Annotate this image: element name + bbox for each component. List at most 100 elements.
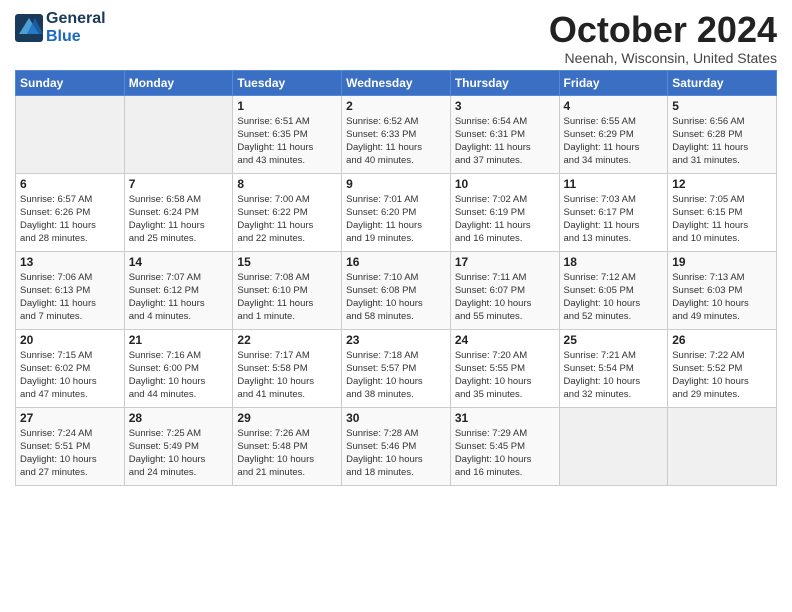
day-info: Sunrise: 7:01 AM Sunset: 6:20 PM Dayligh…: [346, 193, 446, 246]
calendar-row-0: 1 Sunrise: 6:51 AM Sunset: 6:35 PM Daylig…: [16, 95, 777, 173]
month-title: October 2024: [549, 10, 777, 50]
day-number: 9: [346, 177, 446, 191]
day-info: Sunrise: 7:16 AM Sunset: 6:00 PM Dayligh…: [129, 349, 229, 402]
calendar-cell: 27 Sunrise: 7:24 AM Sunset: 5:51 PM Dayli…: [16, 407, 125, 485]
calendar-cell: 16Sunrise: 7:10 AM Sunset: 6:08 PM Dayli…: [342, 251, 451, 329]
logo: General Blue: [15, 10, 106, 45]
col-sunday: Sunday: [16, 70, 125, 95]
day-info: Sunrise: 7:07 AM Sunset: 6:12 PM Dayligh…: [129, 271, 229, 324]
calendar-row-2: 13 Sunrise: 7:06 AM Sunset: 6:13 PM Dayli…: [16, 251, 777, 329]
calendar-cell: 15 Sunrise: 7:08 AM Sunset: 6:10 PM Dayli…: [233, 251, 342, 329]
col-friday: Friday: [559, 70, 668, 95]
day-number: 27: [20, 411, 120, 425]
day-info: Sunrise: 7:12 AM Sunset: 6:05 PM Dayligh…: [564, 271, 664, 324]
day-number: 19: [672, 255, 772, 269]
day-info: Sunrise: 7:17 AM Sunset: 5:58 PM Dayligh…: [237, 349, 337, 402]
calendar-cell: 6Sunrise: 6:57 AM Sunset: 6:26 PM Daylig…: [16, 173, 125, 251]
day-number: 18: [564, 255, 664, 269]
day-info: Sunrise: 6:54 AM Sunset: 6:31 PM Dayligh…: [455, 115, 555, 168]
logo-general: General: [46, 10, 106, 28]
day-info: Sunrise: 6:52 AM Sunset: 6:33 PM Dayligh…: [346, 115, 446, 168]
day-number: 15: [237, 255, 337, 269]
calendar-cell: 20 Sunrise: 7:15 AM Sunset: 6:02 PM Dayli…: [16, 329, 125, 407]
day-number: 13: [20, 255, 120, 269]
calendar-cell: 1 Sunrise: 6:51 AM Sunset: 6:35 PM Daylig…: [233, 95, 342, 173]
day-number: 11: [564, 177, 664, 191]
calendar-cell: [668, 407, 777, 485]
day-number: 23: [346, 333, 446, 347]
day-number: 16: [346, 255, 446, 269]
day-info: Sunrise: 7:28 AM Sunset: 5:46 PM Dayligh…: [346, 427, 446, 480]
day-info: Sunrise: 6:58 AM Sunset: 6:24 PM Dayligh…: [129, 193, 229, 246]
day-info: Sunrise: 7:13 AM Sunset: 6:03 PM Dayligh…: [672, 271, 772, 324]
day-info: Sunrise: 7:21 AM Sunset: 5:54 PM Dayligh…: [564, 349, 664, 402]
day-info: Sunrise: 7:06 AM Sunset: 6:13 PM Dayligh…: [20, 271, 120, 324]
calendar-cell: 4 Sunrise: 6:55 AM Sunset: 6:29 PM Daylig…: [559, 95, 668, 173]
day-number: 20: [20, 333, 120, 347]
day-number: 31: [455, 411, 555, 425]
day-number: 30: [346, 411, 446, 425]
day-number: 1: [237, 99, 337, 113]
day-number: 21: [129, 333, 229, 347]
day-info: Sunrise: 7:15 AM Sunset: 6:02 PM Dayligh…: [20, 349, 120, 402]
calendar-cell: 29Sunrise: 7:26 AM Sunset: 5:48 PM Dayli…: [233, 407, 342, 485]
calendar-cell: 18 Sunrise: 7:12 AM Sunset: 6:05 PM Dayli…: [559, 251, 668, 329]
day-info: Sunrise: 7:08 AM Sunset: 6:10 PM Dayligh…: [237, 271, 337, 324]
calendar-cell: 9 Sunrise: 7:01 AM Sunset: 6:20 PM Daylig…: [342, 173, 451, 251]
calendar-cell: 12 Sunrise: 7:05 AM Sunset: 6:15 PM Dayli…: [668, 173, 777, 251]
day-number: 28: [129, 411, 229, 425]
day-number: 5: [672, 99, 772, 113]
day-info: Sunrise: 7:03 AM Sunset: 6:17 PM Dayligh…: [564, 193, 664, 246]
calendar-cell: [559, 407, 668, 485]
day-number: 14: [129, 255, 229, 269]
calendar-cell: 30 Sunrise: 7:28 AM Sunset: 5:46 PM Dayli…: [342, 407, 451, 485]
calendar-cell: 13 Sunrise: 7:06 AM Sunset: 6:13 PM Dayli…: [16, 251, 125, 329]
day-info: Sunrise: 7:11 AM Sunset: 6:07 PM Dayligh…: [455, 271, 555, 324]
day-info: Sunrise: 6:51 AM Sunset: 6:35 PM Dayligh…: [237, 115, 337, 168]
calendar-cell: 8 Sunrise: 7:00 AM Sunset: 6:22 PM Daylig…: [233, 173, 342, 251]
col-wednesday: Wednesday: [342, 70, 451, 95]
calendar-cell: 11 Sunrise: 7:03 AM Sunset: 6:17 PM Dayli…: [559, 173, 668, 251]
logo-icon: [15, 14, 43, 42]
calendar-cell: 23 Sunrise: 7:18 AM Sunset: 5:57 PM Dayli…: [342, 329, 451, 407]
day-info: Sunrise: 7:05 AM Sunset: 6:15 PM Dayligh…: [672, 193, 772, 246]
calendar-cell: [124, 95, 233, 173]
day-number: 25: [564, 333, 664, 347]
day-info: Sunrise: 7:22 AM Sunset: 5:52 PM Dayligh…: [672, 349, 772, 402]
calendar-cell: 24Sunrise: 7:20 AM Sunset: 5:55 PM Dayli…: [450, 329, 559, 407]
day-number: 26: [672, 333, 772, 347]
day-info: Sunrise: 6:55 AM Sunset: 6:29 PM Dayligh…: [564, 115, 664, 168]
calendar-cell: 7 Sunrise: 6:58 AM Sunset: 6:24 PM Daylig…: [124, 173, 233, 251]
calendar-cell: 26 Sunrise: 7:22 AM Sunset: 5:52 PM Dayli…: [668, 329, 777, 407]
col-tuesday: Tuesday: [233, 70, 342, 95]
day-number: 10: [455, 177, 555, 191]
day-info: Sunrise: 7:25 AM Sunset: 5:49 PM Dayligh…: [129, 427, 229, 480]
calendar-cell: 28 Sunrise: 7:25 AM Sunset: 5:49 PM Dayli…: [124, 407, 233, 485]
logo-blue: Blue: [46, 28, 106, 46]
calendar-row-1: 6Sunrise: 6:57 AM Sunset: 6:26 PM Daylig…: [16, 173, 777, 251]
header-row: Sunday Monday Tuesday Wednesday Thursday…: [16, 70, 777, 95]
day-info: Sunrise: 7:24 AM Sunset: 5:51 PM Dayligh…: [20, 427, 120, 480]
calendar-row-4: 27 Sunrise: 7:24 AM Sunset: 5:51 PM Dayli…: [16, 407, 777, 485]
calendar-table: Sunday Monday Tuesday Wednesday Thursday…: [15, 70, 777, 486]
day-info: Sunrise: 7:29 AM Sunset: 5:45 PM Dayligh…: [455, 427, 555, 480]
day-info: Sunrise: 6:56 AM Sunset: 6:28 PM Dayligh…: [672, 115, 772, 168]
day-number: 8: [237, 177, 337, 191]
calendar-cell: 22Sunrise: 7:17 AM Sunset: 5:58 PM Dayli…: [233, 329, 342, 407]
calendar-cell: 31 Sunrise: 7:29 AM Sunset: 5:45 PM Dayli…: [450, 407, 559, 485]
day-number: 29: [237, 411, 337, 425]
location: Neenah, Wisconsin, United States: [549, 50, 777, 66]
calendar-cell: 19 Sunrise: 7:13 AM Sunset: 6:03 PM Dayli…: [668, 251, 777, 329]
day-number: 17: [455, 255, 555, 269]
day-info: Sunrise: 7:18 AM Sunset: 5:57 PM Dayligh…: [346, 349, 446, 402]
day-number: 12: [672, 177, 772, 191]
col-saturday: Saturday: [668, 70, 777, 95]
col-monday: Monday: [124, 70, 233, 95]
day-info: Sunrise: 7:00 AM Sunset: 6:22 PM Dayligh…: [237, 193, 337, 246]
day-number: 4: [564, 99, 664, 113]
day-number: 6: [20, 177, 120, 191]
calendar-cell: 25 Sunrise: 7:21 AM Sunset: 5:54 PM Dayli…: [559, 329, 668, 407]
day-number: 7: [129, 177, 229, 191]
day-info: Sunrise: 7:02 AM Sunset: 6:19 PM Dayligh…: [455, 193, 555, 246]
day-info: Sunrise: 7:20 AM Sunset: 5:55 PM Dayligh…: [455, 349, 555, 402]
